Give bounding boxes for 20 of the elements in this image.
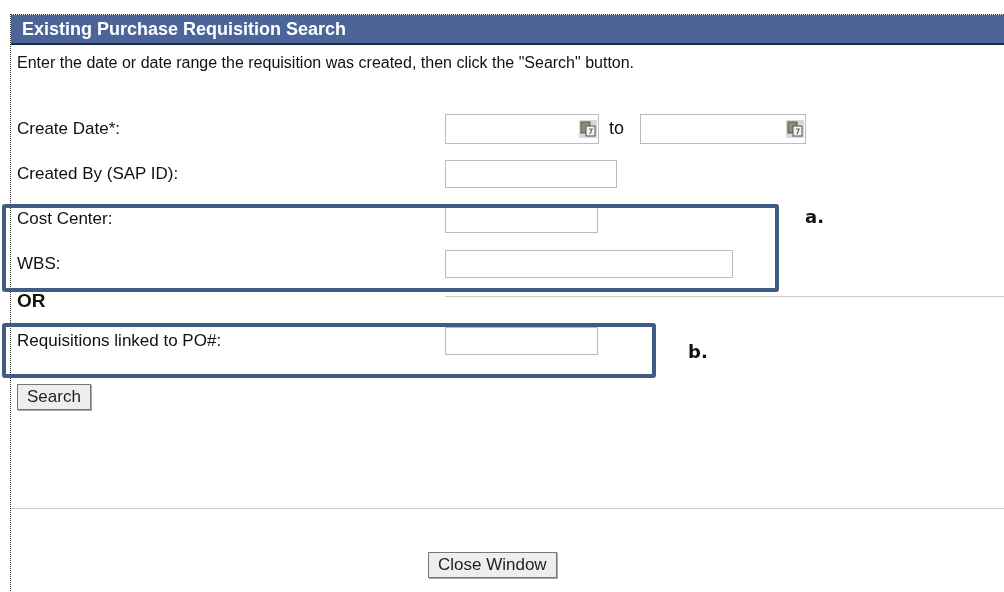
close-window-button[interactable]: Close Window: [428, 552, 557, 578]
field-label: Create Date*:: [16, 118, 121, 139]
calendar-icon[interactable]: [786, 119, 804, 138]
date-field[interactable]: [445, 113, 599, 144]
calendar-icon[interactable]: [579, 119, 597, 138]
range-separator: to: [609, 118, 624, 139]
text-field[interactable]: [445, 327, 598, 355]
instructions-text: Enter the date or date range the requisition was created, then click the "Search" button.: [16, 53, 636, 73]
field-label: Cost Center:: [16, 208, 114, 229]
search-button[interactable]: Search: [17, 384, 91, 410]
window-title: Existing Purchase Requisition Search: [11, 15, 1004, 45]
text-field[interactable]: [445, 249, 733, 278]
annotation-label: b.: [688, 341, 708, 362]
or-label: OR: [16, 290, 47, 312]
text-field[interactable]: [445, 159, 617, 188]
date-field[interactable]: [640, 113, 806, 144]
field-label: Requisitions linked to PO#:: [16, 331, 223, 351]
field-label: WBS:: [16, 253, 62, 274]
annotation-label: a.: [805, 206, 824, 227]
field-label: Created By (SAP ID):: [16, 163, 180, 184]
